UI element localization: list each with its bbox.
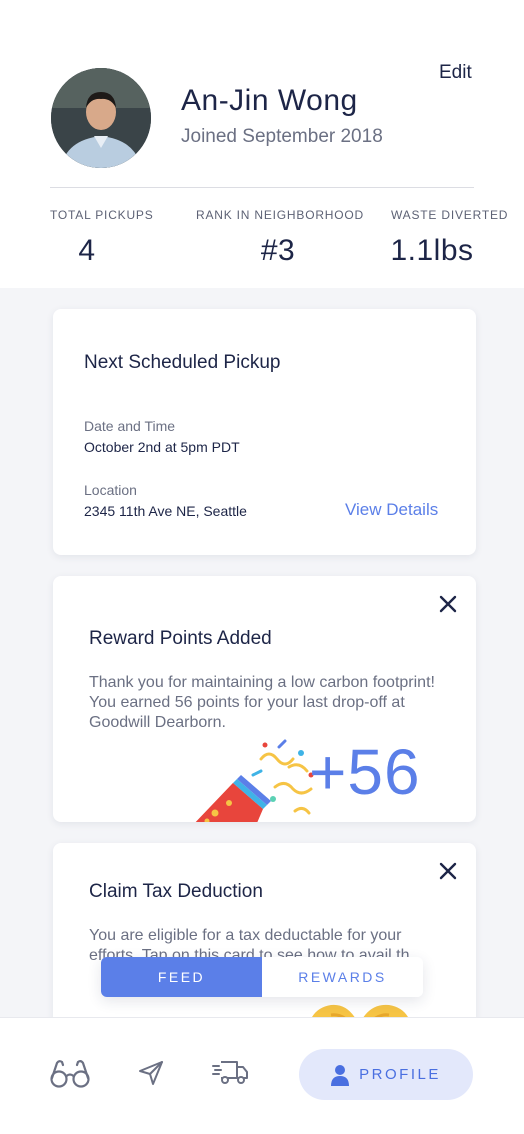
profile-nav-button[interactable]: PROFILE: [299, 1049, 473, 1100]
location-value: 2345 11th Ave NE, Seattle: [84, 503, 247, 519]
close-icon[interactable]: [437, 860, 459, 882]
card-title: Reward Points Added: [89, 628, 272, 649]
points-amount: +56: [309, 736, 421, 808]
next-pickup-card[interactable]: Next Scheduled Pickup Date and Time Octo…: [53, 309, 476, 555]
profile-header: Edit An-Jin Wong Joined September 2018 T…: [0, 0, 524, 288]
reward-points-card[interactable]: Reward Points Added Thank you for mainta…: [53, 576, 476, 822]
user-name: An-Jin Wong: [181, 84, 358, 117]
truck-icon[interactable]: [212, 1058, 248, 1086]
binoculars-icon[interactable]: [49, 1059, 91, 1089]
send-icon[interactable]: [138, 1060, 164, 1086]
joined-date: Joined September 2018: [181, 126, 383, 147]
stat-value: 4: [78, 234, 96, 267]
feed-rewards-toggle[interactable]: FEED REWARDS: [101, 957, 423, 997]
stat-label: WASTE DIVERTED: [391, 208, 509, 222]
tab-rewards[interactable]: REWARDS: [262, 957, 423, 997]
divider: [50, 187, 474, 188]
tax-deduction-card[interactable]: Claim Tax Deduction You are eligible for…: [53, 843, 476, 1043]
person-icon: [331, 1064, 350, 1086]
location-label: Location: [84, 482, 137, 498]
stat-label: RANK IN NEIGHBORHOOD: [195, 208, 364, 222]
stat-total-pickups: TOTAL PICKUPS 4: [50, 208, 154, 268]
datetime-value: October 2nd at 5pm PDT: [84, 439, 240, 455]
stat-value: 1.1lbs: [390, 234, 474, 267]
stat-waste-diverted: WASTE DIVERTED 1.1lbs: [390, 208, 509, 268]
stat-value: #3: [260, 234, 296, 267]
stat-label: TOTAL PICKUPS: [50, 208, 154, 222]
card-title: Next Scheduled Pickup: [84, 352, 281, 373]
card-body: Thank you for maintaining a low carbon f…: [89, 674, 435, 731]
view-details-link[interactable]: View Details: [345, 500, 438, 520]
tab-feed[interactable]: FEED: [101, 957, 262, 997]
datetime-label: Date and Time: [84, 418, 176, 434]
close-icon[interactable]: [437, 593, 459, 615]
profile-nav-label: PROFILE: [359, 1066, 441, 1083]
edit-button[interactable]: Edit: [439, 62, 472, 84]
stat-rank: RANK IN NEIGHBORHOOD #3: [193, 208, 367, 268]
party-popper-icon: [195, 739, 314, 822]
avatar: [51, 68, 151, 168]
user-photo-icon: [51, 68, 151, 168]
bottom-nav: PROFILE: [0, 1017, 524, 1134]
card-title: Claim Tax Deduction: [89, 881, 263, 902]
